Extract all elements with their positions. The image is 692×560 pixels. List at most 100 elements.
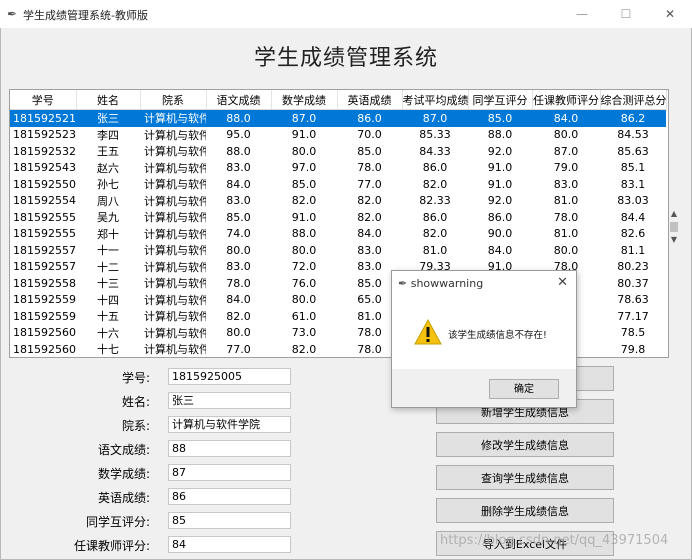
column-header[interactable]: 数学成绩 <box>271 90 338 110</box>
app-heading: 学生成绩管理系统 <box>253 46 438 71</box>
column-header[interactable]: 院系 <box>140 90 207 110</box>
table-cell: 计算机与软件 <box>144 227 206 241</box>
table-cell: 1815925558 <box>13 227 76 241</box>
table-cell: 78.5 <box>620 326 646 340</box>
table-cell: 1815925554 <box>13 210 76 224</box>
table-cell: 87.0 <box>271 109 337 127</box>
table-cell: 70.0 <box>357 128 382 142</box>
column-header[interactable]: 学号 <box>10 90 77 110</box>
table-cell: 85.33 <box>419 128 451 142</box>
table-cell: 80.0 <box>553 128 579 142</box>
table-cell: 张三 <box>76 109 140 127</box>
student-id-input[interactable]: 1815925005 <box>168 368 291 385</box>
table-row[interactable]: 1815925324 王五 计算机与软件 88.0 80.0 85.0 84.33 92.0 8… <box>10 143 666 160</box>
table-cell: 82.6 <box>620 227 646 241</box>
english-score-input[interactable]: 86 <box>168 488 291 505</box>
table-row[interactable]: 1815925575 十一 计算机与软件 80.0 80.0 83.0 81.0 84.0 80… <box>10 242 666 259</box>
maximize-icon[interactable]: ☐ <box>604 0 648 28</box>
table-cell: 85.0 <box>226 210 251 224</box>
table-cell: 孙七 <box>97 178 119 192</box>
scroll-thumb[interactable] <box>670 222 678 232</box>
table-cell: 84.0 <box>226 293 251 307</box>
table-cell: 83.03 <box>617 194 649 208</box>
peer-score-input[interactable]: 85 <box>168 512 291 529</box>
table-row[interactable]: 1815925507 孙七 计算机与软件 84.0 85.0 77.0 82.0 91.0 83… <box>10 176 666 193</box>
table-cell: 83.0 <box>226 194 251 208</box>
query-grade-button[interactable]: 查询学生成绩信息 <box>436 465 614 490</box>
scroll-up-icon[interactable]: ▲ <box>668 208 680 220</box>
close-icon[interactable]: ✕ <box>648 0 692 28</box>
dialog-close-icon[interactable]: ✕ <box>557 275 568 290</box>
dialog-ok-button[interactable]: 确定 <box>489 379 559 399</box>
table-cell: 83.0 <box>226 161 251 175</box>
table-cell: 十一 <box>97 244 119 258</box>
chinese-score-input[interactable]: 88 <box>168 440 291 457</box>
table-cell: 86.0 <box>422 161 448 175</box>
table-cell: 91.0 <box>291 128 317 142</box>
table-row[interactable]: 1815925213 张三 计算机与软件 88.0 87.0 86.0 87.0 85.0 84… <box>10 109 666 127</box>
table-cell: 86.0 <box>337 109 402 127</box>
department-input[interactable]: 计算机与软件学院 <box>168 416 291 433</box>
table-cell: 73.0 <box>291 326 317 340</box>
table-row[interactable]: 1815925435 赵六 计算机与软件 83.0 97.0 78.0 86.0 91.0 79… <box>10 160 666 177</box>
column-header[interactable]: 语文成绩 <box>206 90 272 110</box>
table-cell: 85.0 <box>357 144 382 158</box>
table-row[interactable]: 1815925558 郑十 计算机与软件 74.0 88.0 84.0 82.0 90.0 81… <box>10 226 666 243</box>
teacher-score-input[interactable]: 84 <box>168 536 291 553</box>
column-header[interactable]: 同学互评分 <box>468 90 533 110</box>
table-cell: 计算机与软件 <box>144 145 206 159</box>
table-cell: 80.23 <box>617 260 649 274</box>
delete-grade-button[interactable]: 删除学生成绩信息 <box>436 498 614 523</box>
table-cell: 88.0 <box>291 227 317 241</box>
table-cell: 92.0 <box>487 144 513 158</box>
edit-grade-button[interactable]: 修改学生成绩信息 <box>436 432 614 457</box>
table-cell: 82.0 <box>422 227 448 241</box>
table-cell: 83.0 <box>226 260 251 274</box>
dialog-title: ✒ showwarning <box>398 277 483 290</box>
table-cell: 84.0 <box>226 177 251 191</box>
math-score-input[interactable]: 87 <box>168 464 291 481</box>
table-cell: 82.0 <box>357 194 382 208</box>
teacher-score-label: 任课教师评分: <box>73 539 150 553</box>
table-cell: 61.0 <box>291 309 317 323</box>
table-cell: 84.33 <box>419 144 451 158</box>
math-score-label: 数学成绩: <box>97 467 150 481</box>
table-row[interactable]: 1815925233 李四 计算机与软件 95.0 91.0 70.0 85.33 88.0 8… <box>10 127 666 144</box>
table-cell: 85.0 <box>468 109 532 127</box>
table-row[interactable]: 1815925554 吴九 计算机与软件 85.0 91.0 82.0 86.0 86.0 78… <box>10 209 666 226</box>
minimize-icon[interactable]: — <box>560 0 604 28</box>
table-cell: 84.0 <box>357 227 382 241</box>
table-cell: 1815925213 <box>10 109 76 127</box>
scroll-down-icon[interactable]: ▼ <box>668 234 680 246</box>
table-cell: 计算机与软件 <box>144 326 206 340</box>
english-score-label: 英语成绩: <box>97 491 150 505</box>
table-cell: 82.0 <box>226 309 251 323</box>
column-header[interactable]: 姓名 <box>76 90 141 110</box>
table-cell: 80.0 <box>553 243 579 257</box>
table-scrollbar[interactable]: ▲ ▼ <box>668 208 680 248</box>
table-cell: 79.8 <box>620 342 646 356</box>
table-cell: 十四 <box>97 293 119 307</box>
table-cell: 计算机与软件 <box>144 277 206 291</box>
name-label: 姓名: <box>121 395 150 409</box>
column-header[interactable]: 英语成绩 <box>337 90 403 110</box>
column-header[interactable]: 任课教师评分 <box>532 90 601 110</box>
table-cell: 1815925233 <box>13 128 76 142</box>
table-cell: 郑十 <box>97 227 119 241</box>
table-cell: 计算机与软件 <box>144 244 206 258</box>
table-cell: 97.0 <box>291 161 317 175</box>
table-cell: 81.0 <box>553 194 579 208</box>
table-cell: 李四 <box>97 128 119 142</box>
table-cell: 83.1 <box>620 177 646 191</box>
department-label: 院系: <box>121 419 150 433</box>
table-cell: 85.1 <box>620 161 646 175</box>
table-cell: 1815925324 <box>13 144 76 158</box>
table-row[interactable]: 1815925544 周八 计算机与软件 83.0 82.0 82.0 82.33 92.0 8… <box>10 193 666 210</box>
column-header[interactable]: 综合测评总分 <box>600 90 667 110</box>
table-cell: 77.0 <box>226 342 251 356</box>
table-cell: 十七 <box>97 343 119 357</box>
table-cell: 79.0 <box>553 161 579 175</box>
name-input[interactable]: 张三 <box>168 392 291 409</box>
table-cell: 86.2 <box>600 109 666 127</box>
column-header[interactable]: 考试平均成绩 <box>402 90 469 110</box>
